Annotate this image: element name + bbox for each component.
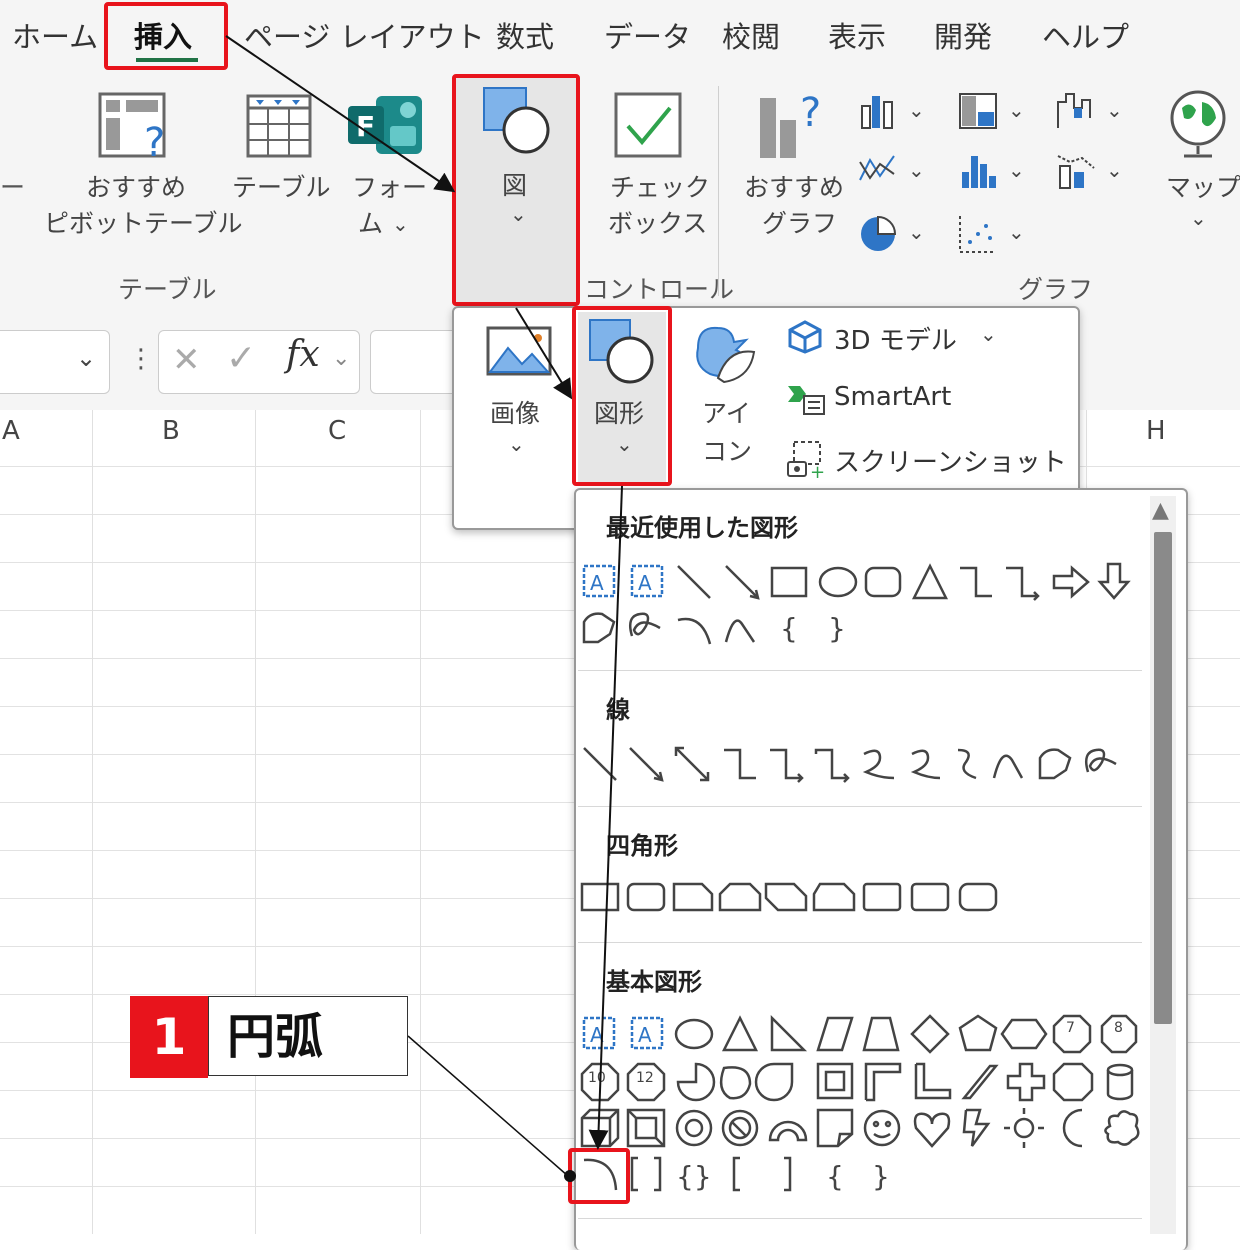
callout-number-badge: 1 (130, 996, 208, 1078)
callout-label: 円弧 (208, 996, 408, 1076)
